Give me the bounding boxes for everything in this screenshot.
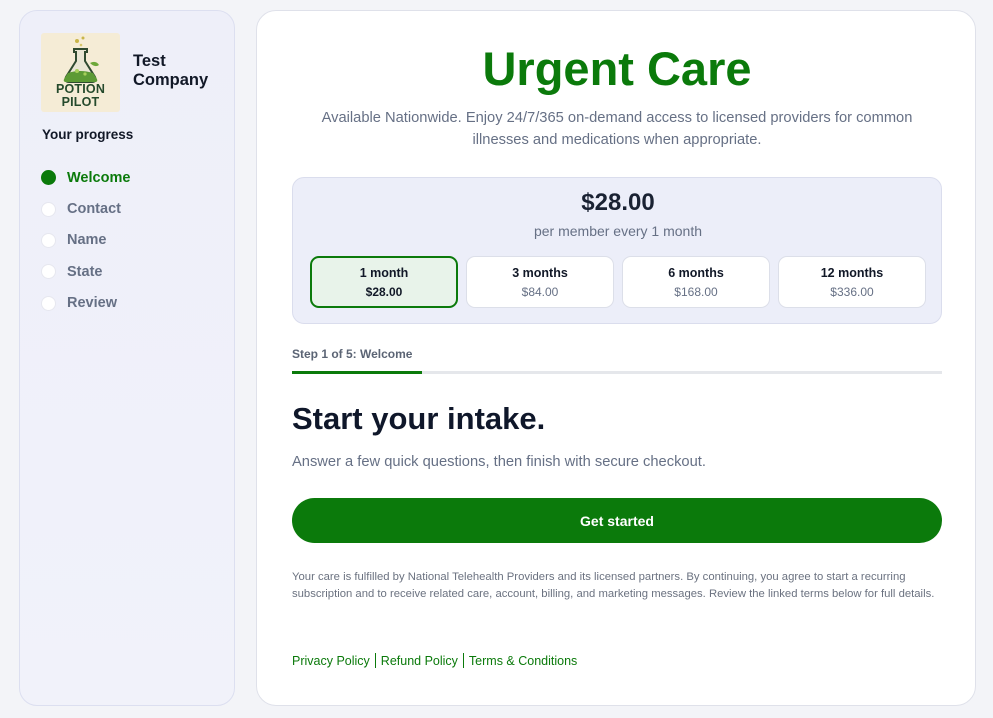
plan-option-1-month[interactable]: 1 month $28.00 bbox=[310, 256, 458, 308]
plan-price: $28.00 bbox=[365, 284, 403, 299]
link-divider bbox=[462, 653, 464, 668]
logo-text-line1: POTION bbox=[55, 82, 106, 96]
progress-steps: Welcome Contact Name State Review bbox=[41, 162, 130, 319]
plan-name: 12 months bbox=[820, 265, 884, 280]
company-name: Test Company bbox=[133, 52, 209, 89]
brand: POTION PILOT Test Company bbox=[41, 33, 223, 112]
progress-step-name[interactable]: Name bbox=[41, 225, 130, 256]
step-status-dot bbox=[41, 170, 56, 186]
plan-option-3-months[interactable]: 3 months $84.00 bbox=[466, 256, 614, 308]
step-label: Contact bbox=[67, 201, 121, 218]
intake-subtitle: Answer a few quick questions, then finis… bbox=[292, 454, 706, 470]
step-status-dot bbox=[41, 201, 56, 217]
step-status-dot bbox=[41, 264, 56, 280]
step-label: State bbox=[67, 263, 103, 280]
progress-title: Your progress bbox=[42, 127, 134, 142]
intake-title: Start your intake. bbox=[292, 401, 546, 436]
plan-option-12-months[interactable]: 12 months $336.00 bbox=[778, 256, 926, 308]
plan-price: $336.00 bbox=[830, 284, 874, 299]
plan-option-6-months[interactable]: 6 months $168.00 bbox=[622, 256, 770, 308]
progress-step-review[interactable]: Review bbox=[41, 288, 130, 319]
progress-step-state[interactable]: State bbox=[41, 256, 130, 287]
refund-policy-link[interactable]: Refund Policy bbox=[381, 654, 458, 668]
progress-step-contact[interactable]: Contact bbox=[41, 193, 130, 224]
legal-links: Privacy Policy Refund Policy Terms & Con… bbox=[292, 653, 577, 668]
step-indicator: Step 1 of 5: Welcome bbox=[292, 347, 413, 361]
privacy-policy-link[interactable]: Privacy Policy bbox=[292, 654, 370, 668]
plan-options: 1 month $28.00 3 months $84.00 6 months … bbox=[310, 256, 926, 308]
progress-step-welcome[interactable]: Welcome bbox=[41, 162, 130, 193]
plan-price: $84.00 bbox=[521, 284, 559, 299]
company-logo: POTION PILOT bbox=[41, 33, 120, 112]
plan-name: 6 months bbox=[668, 265, 724, 280]
progress-bar-fill bbox=[292, 371, 422, 374]
page-title: Urgent Care bbox=[482, 42, 752, 95]
logo-text-line2: PILOT bbox=[61, 95, 100, 109]
step-label: Name bbox=[67, 232, 107, 249]
current-price: $28.00 bbox=[581, 189, 655, 216]
terms-conditions-link[interactable]: Terms & Conditions bbox=[469, 654, 577, 668]
main-card: Urgent Care Available Nationwide. Enjoy … bbox=[256, 10, 976, 706]
pricing-panel: $28.00 per member every 1 month 1 month … bbox=[292, 177, 942, 324]
plan-name: 1 month bbox=[359, 265, 409, 280]
progress-bar bbox=[292, 371, 942, 374]
step-label: Welcome bbox=[67, 169, 131, 186]
link-divider bbox=[374, 653, 376, 668]
disclaimer-text: Your care is fulfilled by National Teleh… bbox=[292, 571, 935, 600]
step-label: Review bbox=[67, 295, 117, 312]
plan-price: $168.00 bbox=[674, 284, 718, 299]
step-status-dot bbox=[41, 232, 56, 248]
page-subtitle: Available Nationwide. Enjoy 24/7/365 on-… bbox=[321, 110, 913, 148]
billing-period: per member every 1 month bbox=[533, 223, 703, 239]
plan-name: 3 months bbox=[512, 265, 568, 280]
step-status-dot bbox=[41, 295, 56, 311]
sidebar: POTION PILOT Test Company Your progress … bbox=[19, 10, 235, 706]
get-started-button[interactable]: Get started bbox=[292, 498, 942, 543]
